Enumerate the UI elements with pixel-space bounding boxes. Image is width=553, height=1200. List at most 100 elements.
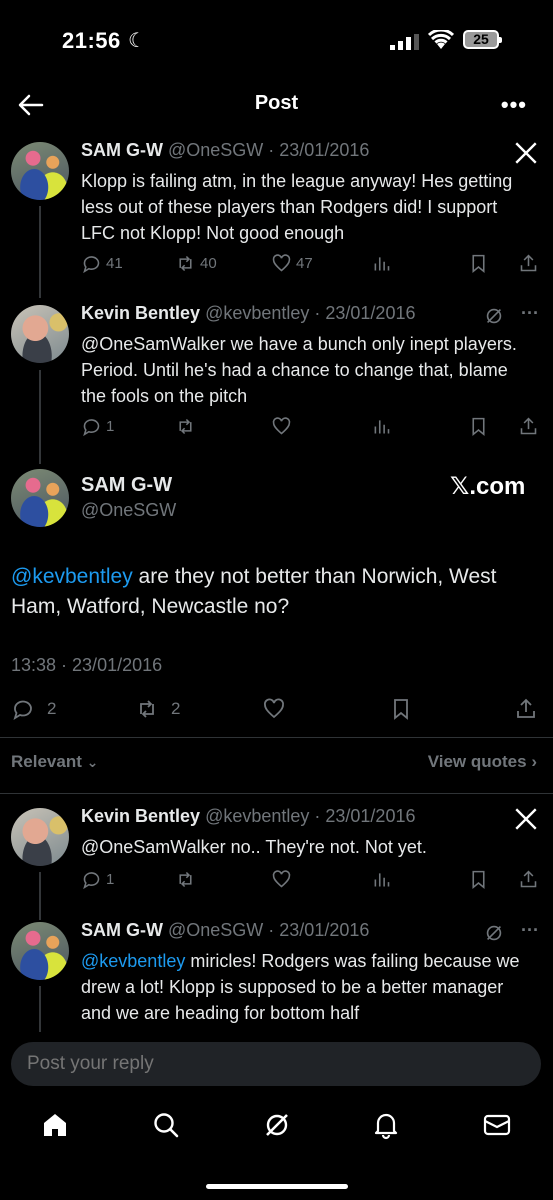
heart-icon (272, 416, 291, 435)
more-options-button[interactable]: ••• (501, 92, 527, 118)
mention-link[interactable]: @kevbentley (11, 565, 133, 588)
share-button[interactable] (518, 252, 539, 274)
views-icon (374, 872, 390, 886)
wifi-icon (428, 30, 454, 49)
reply-composer[interactable] (11, 1042, 541, 1086)
tweet-timestamp: 13:38 · 23/01/2016 (11, 655, 163, 675)
reply-count: 41 (106, 254, 123, 272)
grok-icon[interactable] (483, 305, 505, 327)
repost-button[interactable] (175, 868, 196, 890)
tweet-header: SAM G-W @OneSGW · 23/01/2016 (81, 140, 369, 161)
author-name[interactable]: SAM G-W (81, 474, 172, 497)
share-button[interactable] (514, 698, 538, 720)
tweet-text: Klopp is failing atm, in the league anyw… (81, 171, 513, 243)
grok-icon[interactable] (483, 922, 505, 944)
more-options-button[interactable]: ··· (521, 920, 539, 941)
views-icon (374, 419, 390, 433)
bookmark-icon (472, 417, 485, 436)
status-bar: 21:56 ☾ 25 (0, 0, 553, 80)
reply-tweet[interactable]: Kevin Bentley @kevbentley · 23/01/2016 @… (0, 806, 553, 896)
sort-label: Relevant (11, 752, 82, 771)
reply-count: 1 (106, 417, 115, 435)
reply-input[interactable] (27, 1053, 507, 1075)
header: Post ••• (0, 80, 553, 132)
divider (0, 793, 553, 794)
notifications-icon[interactable] (371, 1110, 401, 1140)
parent-tweet[interactable]: Kevin Bentley @kevbentley · 23/01/2016 ·… (0, 303, 553, 443)
status-time: 21:56 (62, 28, 121, 53)
views-button[interactable] (371, 868, 392, 890)
views-button[interactable] (371, 252, 392, 274)
repost-count: 2 (171, 699, 181, 718)
avatar[interactable] (11, 469, 69, 527)
messages-icon[interactable] (482, 1110, 512, 1140)
heart-icon (264, 698, 284, 719)
bookmark-icon (472, 254, 485, 273)
reply-count: 1 (106, 870, 115, 888)
share-button[interactable] (518, 415, 539, 437)
x-logo-icon (515, 142, 537, 164)
author-handle-date: @OneSGW · 23/01/2016 (168, 140, 370, 160)
like-button[interactable] (262, 698, 286, 720)
share-icon (520, 417, 537, 434)
bookmark-button[interactable] (468, 415, 489, 437)
tweet-text: @kevbentley miricles! Rodgers was failin… (81, 948, 533, 1026)
home-icon[interactable] (40, 1110, 70, 1140)
x-logo-icon (515, 808, 537, 830)
reply-button[interactable]: 2 (11, 698, 56, 720)
reply-icon (83, 871, 100, 889)
like-count: 47 (296, 254, 313, 272)
signal-icon (390, 34, 419, 50)
repost-button[interactable] (175, 415, 196, 437)
author-name[interactable]: Kevin Bentley (81, 806, 200, 826)
reply-button[interactable]: 41 (81, 252, 123, 274)
repost-button[interactable]: 2 (135, 698, 180, 720)
main-tweet-actions: 2 2 (11, 698, 541, 724)
author-handle: @OneSGW (81, 500, 177, 520)
reply-count: 2 (47, 699, 57, 718)
tweet-header: Kevin Bentley @kevbentley · 23/01/2016 (81, 806, 415, 827)
reply-icon (13, 700, 32, 720)
author-handle-date: @kevbentley · 23/01/2016 (205, 806, 416, 826)
author-name[interactable]: Kevin Bentley (81, 303, 200, 323)
reply-icon (83, 255, 100, 273)
bookmark-button[interactable] (468, 252, 489, 274)
view-quotes-label: View quotes (427, 752, 527, 771)
bottom-nav (0, 1100, 553, 1156)
x-com-badge: 𝕏.com (450, 473, 526, 500)
sort-relevant-button[interactable]: Relevant ⌄ (11, 752, 98, 772)
like-button[interactable]: 47 (271, 252, 313, 274)
home-indicator (206, 1184, 348, 1189)
view-quotes-link[interactable]: View quotes › (428, 752, 537, 772)
views-button[interactable] (371, 415, 392, 437)
bookmark-button[interactable] (389, 698, 413, 720)
share-button[interactable] (518, 868, 539, 890)
mention-link[interactable]: @kevbentley (81, 951, 185, 971)
reply-button[interactable]: 1 (81, 868, 114, 890)
like-button[interactable] (271, 415, 292, 437)
repost-icon (140, 700, 154, 718)
main-tweet-text: @kevbentley are they not better than Nor… (11, 562, 541, 622)
bookmark-button[interactable] (468, 868, 489, 890)
like-button[interactable] (271, 868, 292, 890)
share-icon (517, 698, 535, 718)
repost-button[interactable]: 40 (175, 252, 217, 274)
page-title: Post (254, 92, 299, 114)
focus-moon-icon: ☾ (128, 30, 146, 52)
search-icon[interactable] (151, 1110, 181, 1140)
bookmark-icon (472, 870, 485, 889)
author-handle-date: @OneSGW · 23/01/2016 (168, 920, 370, 940)
views-icon (374, 256, 390, 270)
reply-button[interactable]: 1 (81, 415, 114, 437)
author-name[interactable]: SAM G-W (81, 140, 163, 160)
author-handle-date: @kevbentley · 23/01/2016 (205, 303, 416, 323)
chevron-right-icon: › (531, 752, 537, 771)
heart-icon (272, 253, 291, 272)
parent-tweet[interactable]: SAM G-W @OneSGW · 23/01/2016 Klopp is fa… (0, 140, 553, 280)
reply-tweet[interactable]: SAM G-W @OneSGW · 23/01/2016 ··· @kevben… (0, 920, 553, 1030)
author-name[interactable]: SAM G-W (81, 920, 163, 940)
more-options-button[interactable]: ··· (521, 303, 539, 324)
divider (0, 737, 553, 738)
battery-icon: 25 (463, 30, 502, 49)
grok-icon[interactable] (262, 1110, 292, 1140)
